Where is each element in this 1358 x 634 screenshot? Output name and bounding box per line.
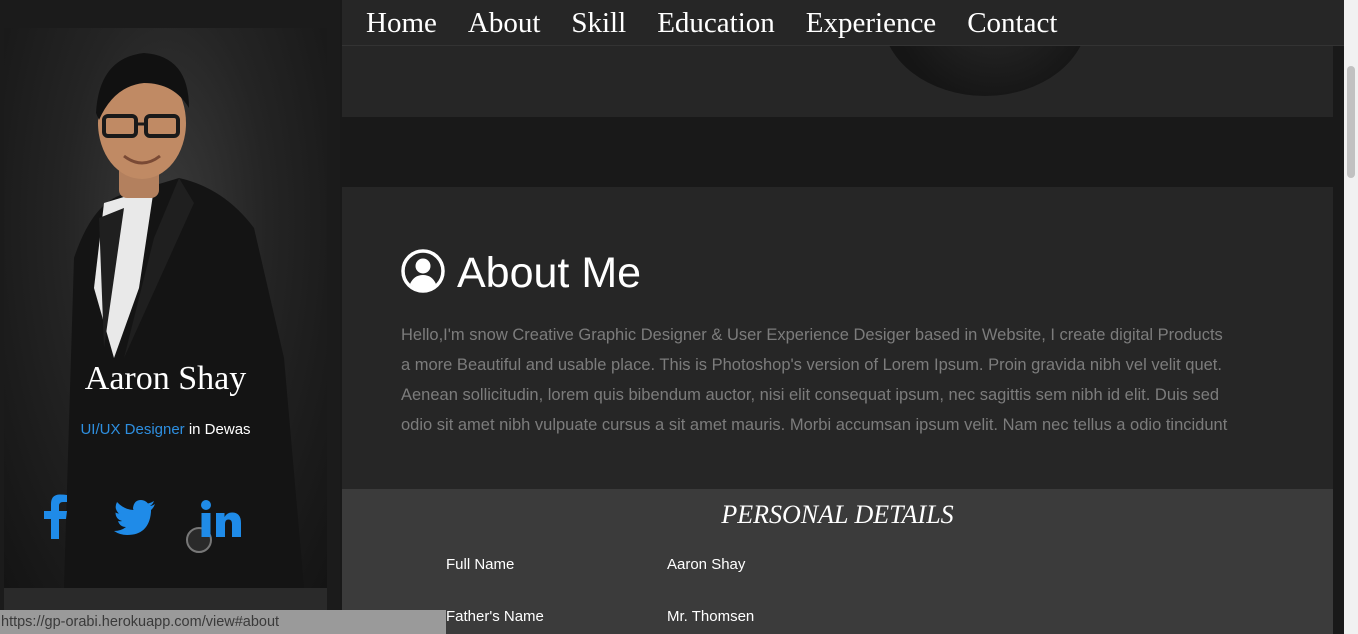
profile-sidebar: Aaron Shay UI/UX Designer in Dewas [0,0,340,634]
nav-about[interactable]: About [468,0,541,46]
hero-card [342,46,1333,117]
detail-value: Aaron Shay [667,556,746,573]
nav-contact[interactable]: Contact [967,0,1057,46]
about-text: Hello,I'm snow Creative Graphic Designer… [401,326,1228,434]
user-circle-icon [401,249,445,298]
nav-skill[interactable]: Skill [571,0,626,46]
hero-portrait-circle [882,46,1088,96]
personal-details-title: PERSONAL DETAILS [721,500,954,529]
nav-experience[interactable]: Experience [806,0,936,46]
about-title: About Me [457,249,642,297]
detail-label: Full Name [446,556,515,573]
about-section: About Me Hello,I'm snow Creative Graphic… [342,187,1333,489]
facebook-icon[interactable] [40,493,70,539]
nav-home[interactable]: Home [366,0,437,46]
detail-label: Father's Name [446,608,544,625]
main-navigation: Home About Skill Education Experience Co… [342,0,1344,46]
profile-name: Aaron Shay [84,360,247,397]
profile-role-line: UI/UX Designer in Dewas [0,421,331,438]
detail-value: Mr. Thomsen [667,608,755,625]
profile-location: in Dewas [184,421,251,438]
status-bar-url: https://gp-orabi.herokuapp.com/view#abou… [0,610,446,634]
twitter-icon[interactable] [114,500,156,536]
nav-education[interactable]: Education [657,0,775,46]
linkedin-icon[interactable] [201,500,241,538]
profile-role[interactable]: UI/UX Designer [80,421,184,438]
scrollbar-thumb[interactable] [1347,66,1355,178]
personal-details-section: PERSONAL DETAILS Full Name Aaron Shay Fa… [342,489,1333,634]
page-scrollbar[interactable] [1344,0,1358,634]
about-heading: About Me [401,249,641,298]
